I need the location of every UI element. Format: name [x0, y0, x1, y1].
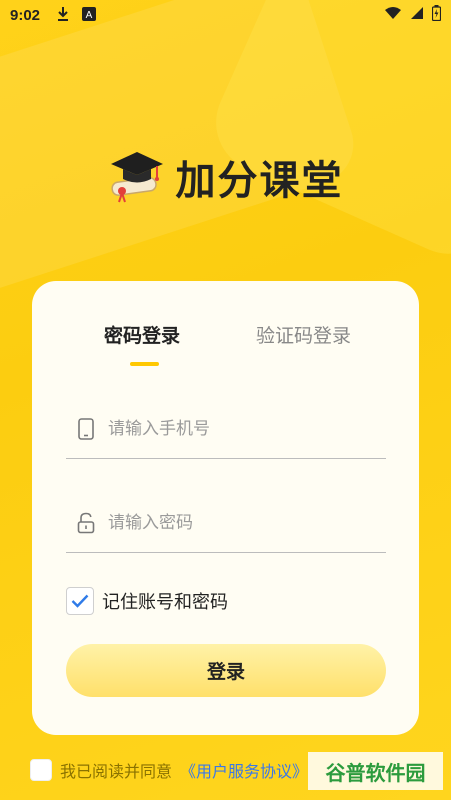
brand-header: 加分课堂 — [0, 148, 451, 206]
lock-icon — [72, 509, 100, 537]
status-bar: 9:02 A — [0, 0, 451, 30]
svg-text:A: A — [86, 10, 93, 21]
signal-icon — [410, 6, 424, 24]
password-input[interactable] — [108, 512, 368, 533]
agreement-checkbox[interactable] — [30, 759, 52, 781]
tab-code-login[interactable]: 验证码登录 — [256, 321, 351, 348]
font-a-icon: A — [82, 6, 97, 24]
agreement-row: 我已阅读并同意 《用户服务协议》 — [30, 758, 308, 782]
phone-input[interactable] — [108, 418, 368, 439]
status-time: 9:02 — [10, 6, 41, 24]
checkmark-icon — [71, 594, 89, 608]
battery-icon — [431, 5, 442, 25]
user-agreement-link[interactable]: 《用户服务协议》 — [180, 758, 308, 782]
graduation-cap-diploma-icon — [110, 152, 163, 203]
remember-checkbox[interactable] — [66, 587, 94, 615]
login-card: 密码登录 验证码登录 记住账号和密码 登录 — [32, 281, 419, 735]
tab-password-login[interactable]: 密码登录 — [104, 321, 180, 348]
watermark: 谷普软件园 — [308, 752, 443, 790]
login-tabs: 密码登录 验证码登录 — [32, 321, 419, 361]
wifi-icon — [384, 6, 402, 24]
phone-field — [66, 399, 386, 459]
tab-active-indicator — [130, 362, 159, 366]
app-title: 加分课堂 — [175, 158, 344, 204]
password-field — [66, 493, 386, 553]
agreement-text: 我已阅读并同意 — [60, 762, 173, 781]
phone-icon — [72, 415, 100, 443]
remember-credentials: 记住账号和密码 — [66, 587, 228, 615]
remember-label: 记住账号和密码 — [102, 592, 228, 613]
login-button[interactable]: 登录 — [66, 644, 386, 697]
download-icon — [56, 6, 70, 25]
